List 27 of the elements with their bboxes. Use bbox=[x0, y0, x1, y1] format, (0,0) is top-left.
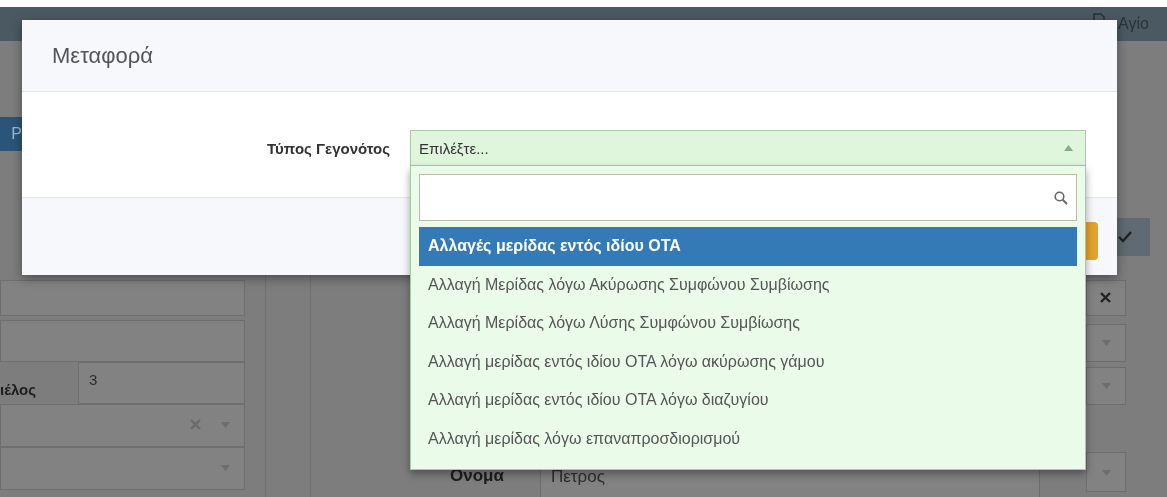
caret-icon bbox=[1064, 145, 1073, 151]
name-label: Ονομα bbox=[450, 466, 504, 486]
member-label: ιέλος bbox=[0, 381, 37, 398]
tab[interactable]: Ρ bbox=[0, 117, 22, 151]
member-value: 3 bbox=[89, 371, 98, 388]
dropdown-option[interactable]: Αλλαγή Μερίδας λόγω Ακύρωσης Συμφώνου Συμβίωσης bbox=[419, 265, 1077, 304]
dropdown-option[interactable]: Αλλαγή μερίδας εντός ιδίου ΟΤΑ λόγω διαζυγίου bbox=[419, 381, 1077, 420]
check-icon bbox=[1118, 231, 1132, 243]
name-value: Πετρος bbox=[551, 467, 605, 486]
dropdown-option[interactable]: Αλλαγή Μερίδας λόγω Λύσης Συμφώνου Συμβίωσης bbox=[419, 304, 1077, 343]
input-field[interactable] bbox=[0, 280, 245, 316]
field-label: Τύπος Γεγονότος bbox=[266, 139, 390, 157]
dropdown-option[interactable]: Αλλαγή μερίδας λόγω επαναπροσδιορισμού bbox=[419, 419, 1077, 458]
search-icon bbox=[1054, 190, 1068, 205]
member-field[interactable]: 3 bbox=[78, 362, 245, 404]
search-field[interactable] bbox=[419, 174, 1077, 221]
dropdown-option[interactable]: Αλλαγή μερίδας εντός ιδίου ΟΤΑ λόγω ακύρωσης γάμου bbox=[419, 342, 1077, 381]
dropdown-option[interactable]: Αλλαγές μερίδας εντός ιδίου ΟΤΑ bbox=[419, 227, 1077, 266]
clear-icon[interactable] bbox=[1100, 292, 1111, 303]
select-field[interactable] bbox=[1086, 280, 1126, 316]
event-type-select[interactable]: Επιλέξτε... bbox=[410, 130, 1086, 166]
dialog-title: Μεταφορά bbox=[52, 42, 153, 69]
select-field[interactable] bbox=[1086, 367, 1126, 405]
select-field[interactable] bbox=[1086, 452, 1126, 492]
select-field[interactable] bbox=[1086, 324, 1126, 362]
select-placeholder: Επιλέξτε... bbox=[419, 139, 489, 157]
select-field[interactable] bbox=[0, 404, 245, 447]
